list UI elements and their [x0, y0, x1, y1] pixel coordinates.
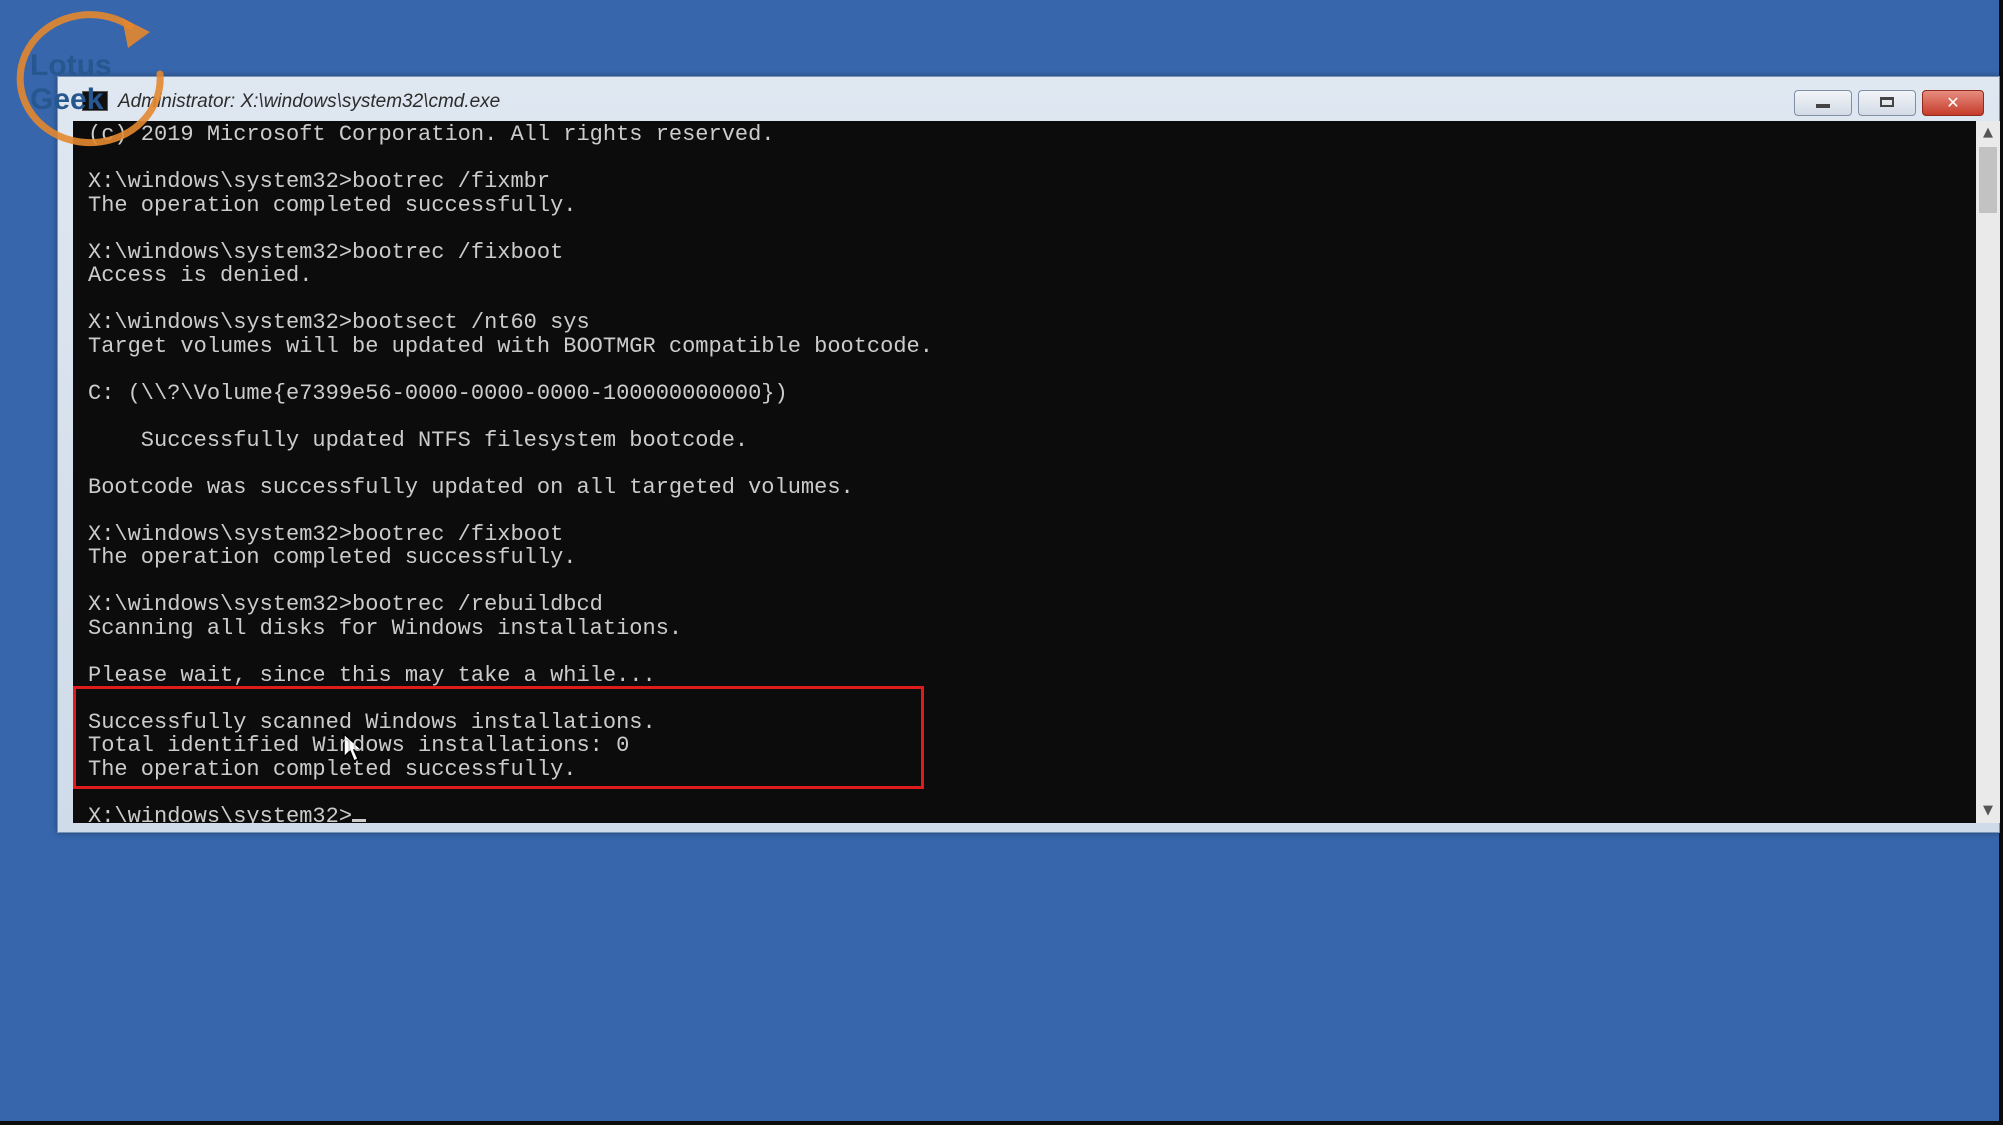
- vertical-scrollbar[interactable]: ▲ ▼: [1976, 121, 2000, 823]
- minimize-icon: [1816, 104, 1830, 108]
- watermark-logo: Lotus Geek: [10, 4, 185, 154]
- chevron-up-icon[interactable]: ▲: [1976, 121, 2000, 145]
- console-line: X:\windows\system32>bootrec /fixboot: [88, 521, 564, 547]
- console-line: The operation completed successfully.: [88, 192, 577, 218]
- console-line: Successfully scanned Windows installatio…: [88, 709, 656, 735]
- cmd-window[interactable]: Administrator: X:\windows\system32\cmd.e…: [57, 76, 2000, 833]
- console-line: The operation completed successfully.: [88, 545, 577, 570]
- chevron-down-icon[interactable]: ▼: [1976, 799, 2000, 823]
- console-line: Target volumes will be updated with BOOT…: [88, 333, 933, 359]
- scroll-thumb[interactable]: [1979, 147, 1997, 213]
- minimize-button[interactable]: [1794, 90, 1852, 116]
- maximize-icon: [1880, 97, 1894, 107]
- console-line: Total identified Windows installations: …: [88, 733, 630, 758]
- text-cursor: [352, 818, 367, 822]
- console-line: Bootcode was successfully updated on all…: [88, 474, 854, 500]
- console-line: Successfully updated NTFS filesystem boo…: [88, 427, 749, 453]
- command-prompt[interactable]: X:\windows\system32>: [88, 804, 367, 823]
- logo-text-line1: Lotus: [30, 49, 112, 82]
- console-line: X:\windows\system32>bootrec /rebuildbcd: [88, 592, 603, 617]
- console-line: X:\windows\system32>bootrec /fixmbr: [88, 169, 551, 194]
- console-line: X:\windows\system32>bootrec /fixboot: [88, 239, 564, 265]
- console-output[interactable]: (c) 2019 Microsoft Corporation. All righ…: [73, 121, 1976, 823]
- screen-edge-bottom: [0, 1121, 2003, 1125]
- console-line: Please wait, since this may take a while…: [88, 662, 656, 688]
- console-line: X:\windows\system32>bootsect /nt60 sys: [88, 310, 590, 335]
- maximize-button[interactable]: [1858, 90, 1916, 116]
- logo-text-line2: Geek: [30, 83, 104, 116]
- close-icon: ✕: [1946, 93, 1960, 112]
- console-line: C: (\\?\Volume{e7399e56-0000-0000-0000-1…: [88, 380, 788, 406]
- console-line: Access is denied.: [88, 263, 313, 288]
- close-button[interactable]: ✕: [1922, 90, 1984, 116]
- title-bar[interactable]: Administrator: X:\windows\system32\cmd.e…: [58, 77, 1999, 121]
- console-line: The operation completed successfully.: [88, 756, 577, 782]
- console-line: (c) 2019 Microsoft Corporation. All righ…: [88, 122, 775, 147]
- console-line: Scanning all disks for Windows installat…: [88, 615, 683, 641]
